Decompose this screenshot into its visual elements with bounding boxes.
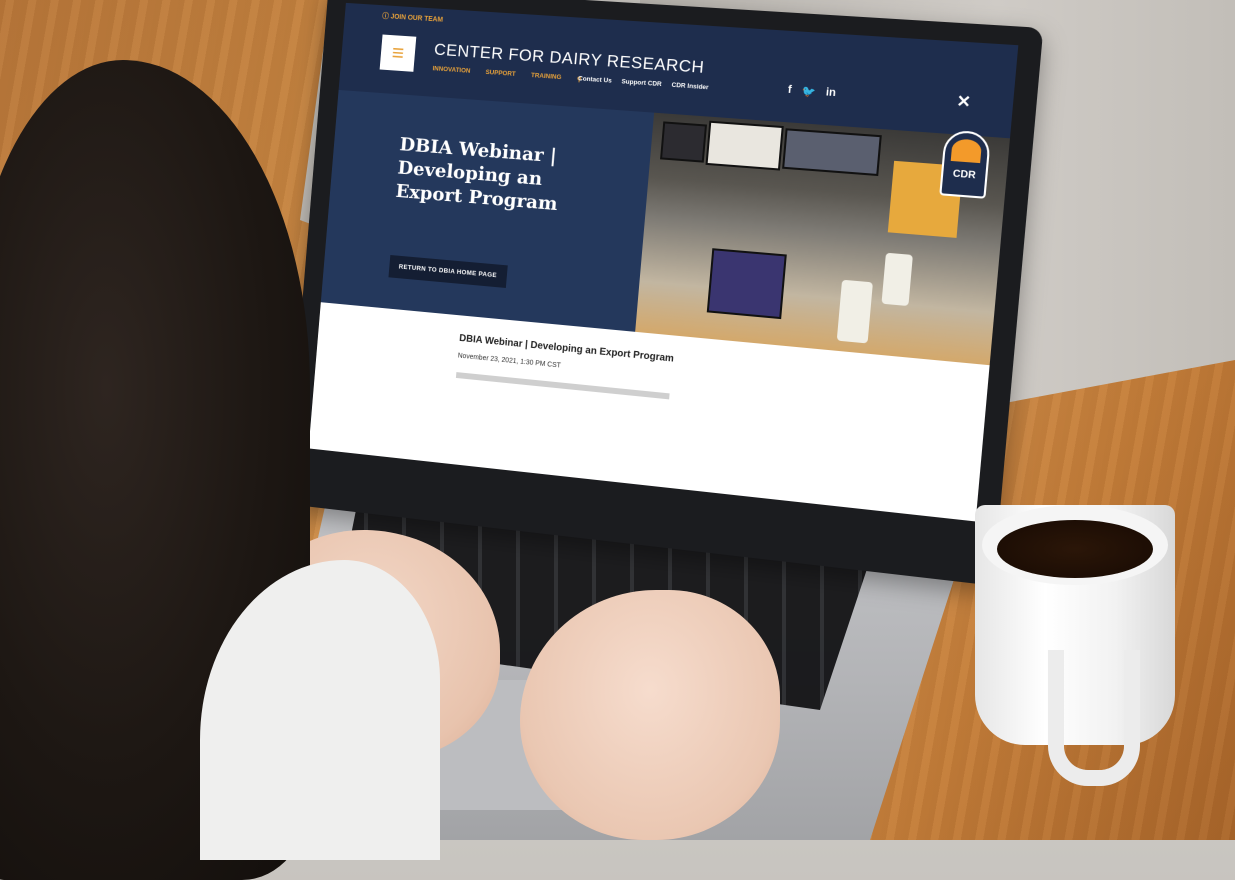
- menu-screen: [660, 121, 708, 163]
- sun-icon: [950, 138, 983, 164]
- article-text-line: [455, 372, 670, 400]
- menu-screen: [705, 120, 784, 171]
- hamburger-icon[interactable]: ≡: [379, 34, 417, 72]
- laptop-screen: ⓘ JOIN OUR TEAM ≡ CENTER FOR DAIRY RESEA…: [308, 2, 1019, 522]
- twitter-icon[interactable]: 🐦: [801, 85, 816, 99]
- drink-cup: [836, 279, 873, 344]
- menu-screen: [782, 128, 882, 177]
- social-links: f 🐦 in: [787, 84, 836, 100]
- return-button[interactable]: RETURN TO DBIA HOME PAGE: [388, 254, 508, 288]
- facebook-icon[interactable]: f: [787, 84, 792, 97]
- hero-panel: DBIA Webinar | Developing an Export Prog…: [320, 89, 655, 332]
- nav-innovation[interactable]: INNOVATION: [432, 65, 470, 75]
- logo-text: CDR: [952, 168, 977, 182]
- nav-support[interactable]: SUPPORT: [485, 69, 516, 79]
- close-icon[interactable]: ✕: [956, 91, 972, 113]
- secondary-nav: Contact Us Support CDR CDR Insider: [578, 75, 709, 91]
- coffee: [997, 520, 1153, 578]
- article-date: November 23, 2021, 1:30 PM CST: [457, 352, 562, 370]
- right-hand: [520, 590, 780, 840]
- pos-terminal: [706, 248, 787, 320]
- cdr-logo[interactable]: CDR: [939, 129, 992, 199]
- drink-cup: [881, 252, 913, 307]
- join-team-link[interactable]: JOIN OUR TEAM: [390, 14, 443, 24]
- linkedin-icon[interactable]: in: [825, 86, 836, 100]
- laptop-lid: ⓘ JOIN OUR TEAM ≡ CENTER FOR DAIRY RESEA…: [285, 0, 1044, 586]
- nav-contact-us[interactable]: Contact Us: [578, 75, 612, 84]
- nav-training[interactable]: TRAINING: [531, 72, 562, 82]
- mug-handle: [1048, 650, 1140, 786]
- nav-cdr-insider[interactable]: CDR Insider: [671, 82, 709, 92]
- nav-support-cdr[interactable]: Support CDR: [621, 78, 662, 88]
- hero-title: DBIA Webinar | Developing an Export Prog…: [394, 133, 559, 215]
